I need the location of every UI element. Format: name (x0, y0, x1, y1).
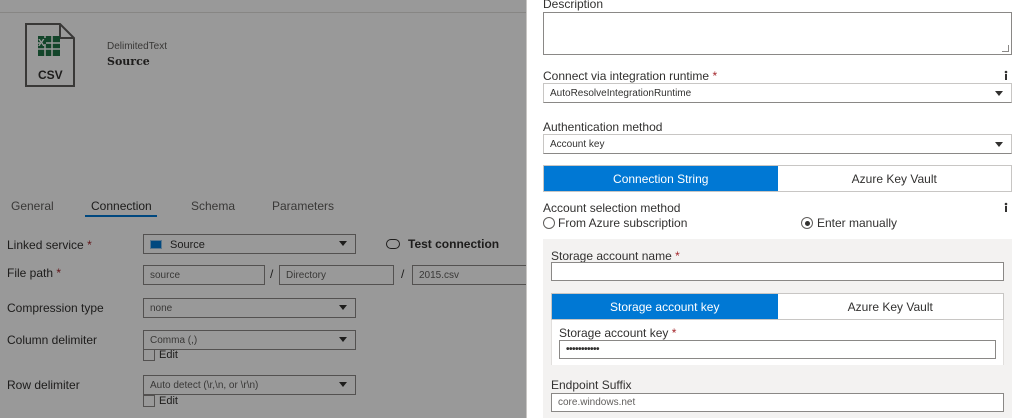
chevron-down-icon (339, 337, 347, 342)
row-delimiter-edit-label: Edit (159, 395, 178, 407)
chevron-down-icon (339, 305, 347, 310)
resize-grip-icon[interactable] (1002, 45, 1009, 52)
linked-service-panel: Description Connect via integration runt… (526, 0, 1024, 418)
row-delimiter-label: Row delimiter (7, 378, 80, 392)
active-tab-indicator (85, 215, 157, 217)
column-delimiter-edit-label: Edit (159, 349, 178, 361)
description-label: Description (543, 0, 604, 11)
tab-general[interactable]: General (11, 199, 54, 213)
storage-account-key-tab[interactable]: Storage account key (552, 294, 778, 319)
chevron-down-icon (339, 241, 347, 246)
integration-runtime-select[interactable]: AutoResolveIntegrationRuntime (543, 83, 1012, 103)
dataset-name: Source (107, 55, 150, 68)
description-textarea[interactable] (543, 12, 1012, 55)
file-path-label: File path * (7, 266, 62, 280)
linked-service-select[interactable]: Source (143, 234, 356, 254)
row-delimiter-edit-checkbox[interactable] (143, 395, 155, 407)
integration-runtime-label: Connect via integration runtime * (543, 69, 718, 83)
path-separator: / (401, 267, 405, 281)
test-connection-button[interactable]: Test connection (386, 237, 499, 251)
connection-type-toggle: Connection String Azure Key Vault (543, 165, 1012, 192)
chevron-down-icon (339, 382, 347, 387)
chevron-down-icon (995, 142, 1003, 147)
tab-schema[interactable]: Schema (191, 199, 235, 213)
chevron-down-icon (995, 91, 1003, 96)
plug-icon (386, 239, 400, 249)
linked-service-label: Linked service * (7, 238, 92, 252)
account-selection-label: Account selection method (543, 201, 681, 215)
dataset-editor: X CSV DelimitedText Source General Conne… (0, 0, 526, 418)
column-delimiter-label: Column delimiter (7, 333, 98, 347)
from-azure-subscription-radio[interactable] (543, 217, 555, 229)
storage-account-name-input[interactable] (551, 262, 1004, 281)
tab-connection[interactable]: Connection (91, 199, 152, 213)
column-delimiter-edit-checkbox[interactable] (143, 349, 155, 361)
storage-account-key-input[interactable]: ••••••••••• (559, 340, 996, 359)
from-azure-subscription-label: From Azure subscription (558, 216, 688, 230)
svg-text:X: X (38, 38, 45, 49)
storage-account-key-label: Storage account key * (559, 326, 677, 340)
path-separator: / (270, 267, 274, 281)
authentication-method-label: Authentication method (543, 120, 663, 134)
enter-manually-radio[interactable] (801, 217, 813, 229)
endpoint-suffix-input[interactable]: core.windows.net (551, 393, 1004, 412)
storage-account-name-label: Storage account name * (551, 249, 680, 263)
header-divider (0, 12, 526, 13)
azure-key-vault-tab[interactable]: Azure Key Vault (777, 166, 1011, 191)
file-path-directory-input[interactable]: Directory (279, 265, 394, 285)
authentication-method-select[interactable]: Account key (543, 134, 1012, 154)
info-icon[interactable] (1002, 202, 1010, 215)
compression-type-label: Compression type (7, 301, 104, 315)
csv-icon-label: CSV (38, 68, 63, 82)
compression-type-select[interactable]: none (143, 298, 356, 318)
enter-manually-label: Enter manually (817, 216, 898, 230)
storage-key-type-toggle: Storage account key Azure Key Vault (551, 293, 1004, 320)
modal-overlay (0, 0, 526, 418)
connection-string-tab[interactable]: Connection String (544, 166, 778, 191)
column-delimiter-select[interactable]: Comma (,) (143, 330, 356, 350)
storage-icon (150, 240, 162, 249)
file-path-container-input[interactable]: source (143, 265, 265, 285)
key-vault-tab[interactable]: Azure Key Vault (777, 294, 1003, 319)
tab-parameters[interactable]: Parameters (272, 199, 334, 213)
endpoint-suffix-label: Endpoint Suffix (551, 378, 632, 392)
row-delimiter-select[interactable]: Auto detect (\r,\n, or \r\n) (143, 375, 356, 395)
file-path-file-input[interactable]: 2015.csv (412, 265, 526, 285)
dataset-type: DelimitedText (107, 41, 168, 52)
info-icon[interactable] (1002, 70, 1010, 83)
